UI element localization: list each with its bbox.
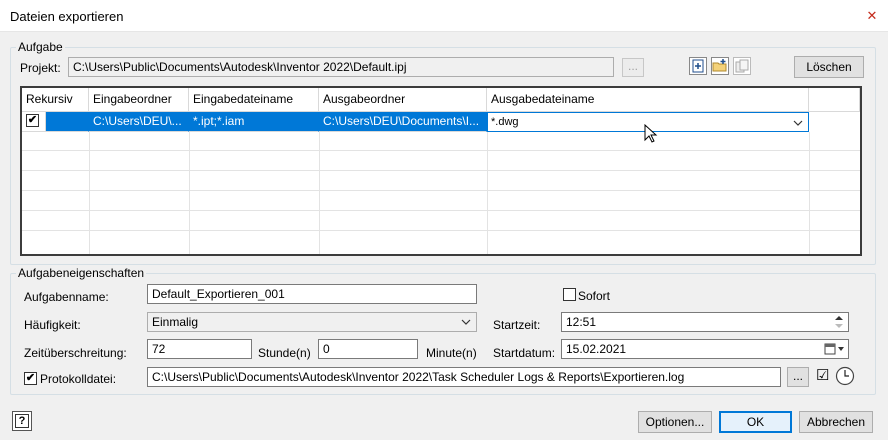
column-header-output-folder[interactable]: Ausgabeordner	[319, 88, 487, 112]
logfile-option-checkbox[interactable]: ☑	[816, 368, 829, 384]
hours-label: Stunde(n)	[258, 346, 311, 360]
delete-button[interactable]: Löschen	[794, 56, 864, 78]
add-folder-icon[interactable]	[711, 57, 729, 75]
copy-task-icon[interactable]	[733, 57, 751, 75]
immediate-checkbox[interactable]	[563, 288, 576, 301]
add-task-icon[interactable]	[689, 57, 707, 75]
close-icon[interactable]: ✕	[864, 8, 880, 24]
project-field[interactable]: C:\Users\Public\Documents\Autodesk\Inven…	[68, 57, 614, 77]
grid-row-line	[22, 190, 860, 191]
properties-group-label: Aufgabeneigenschaften	[16, 266, 147, 280]
grid-row-line	[22, 230, 860, 231]
mouse-cursor-icon	[644, 124, 658, 143]
column-header-input-folder[interactable]: Eingabeordner	[89, 88, 189, 112]
table-row-recursive-cell[interactable]: ✔	[22, 112, 46, 132]
grid-col-line	[189, 132, 190, 254]
ok-button[interactable]: OK	[719, 411, 792, 433]
table-row-recursive-fill[interactable]	[46, 112, 89, 132]
grid-col-line	[809, 132, 810, 254]
logfile-checkbox[interactable]: ✔	[24, 372, 37, 385]
options-button[interactable]: Optionen...	[638, 411, 712, 433]
grid-col-line	[487, 132, 488, 254]
grid-row-line	[22, 210, 860, 211]
recursive-checkbox[interactable]: ✔	[26, 114, 39, 127]
column-header-recursive[interactable]: Rekursiv	[22, 88, 89, 112]
window-title: Dateien exportieren	[10, 9, 124, 24]
output-filename-value: *.dwg	[491, 116, 519, 128]
cancel-button[interactable]: Abbrechen	[799, 411, 873, 433]
table-row-input-folder[interactable]: C:\Users\DEU\...	[89, 112, 189, 132]
task-name-label: Aufgabenname:	[24, 290, 109, 304]
timeout-hours-input[interactable]: 72	[147, 339, 252, 359]
start-time-value: 12:51	[566, 315, 597, 329]
logfile-label: Protokolldatei:	[40, 372, 117, 386]
frequency-label: Häufigkeit:	[24, 318, 81, 332]
column-header-output-filename[interactable]: Ausgabedateiname	[487, 88, 809, 112]
logfile-input[interactable]: C:\Users\Public\Documents\Autodesk\Inven…	[147, 367, 781, 387]
help-icon[interactable]: ?	[12, 411, 32, 431]
start-date-label: Startdatum:	[493, 346, 556, 360]
title-bar	[0, 0, 888, 32]
help-glyph: ?	[15, 414, 29, 428]
frequency-select[interactable]: Einmalig	[147, 312, 477, 332]
grid-row-line	[22, 170, 860, 171]
timeout-minutes-input[interactable]: 0	[318, 339, 418, 359]
start-date-value: 15.02.2021	[566, 342, 627, 356]
column-header-input-filename[interactable]: Eingabedateiname	[189, 88, 319, 112]
chevron-down-icon	[793, 120, 803, 126]
table-row-output-folder[interactable]: C:\Users\DEU\Documents\I...	[319, 112, 487, 132]
start-time-label: Startzeit:	[493, 318, 541, 332]
frequency-value: Einmalig	[152, 315, 199, 329]
table-row-input-filename[interactable]: *.ipt;*.iam	[189, 112, 319, 132]
minutes-label: Minute(n)	[426, 346, 477, 360]
grid-row-line	[22, 150, 860, 151]
start-date-input[interactable]: 15.02.2021	[561, 339, 849, 359]
task-group-label: Aufgabe	[16, 40, 65, 54]
task-name-input[interactable]: Default_Exportieren_001	[147, 284, 477, 304]
project-browse-button[interactable]: ...	[622, 58, 644, 77]
clock-icon[interactable]	[835, 366, 855, 386]
logfile-browse-button[interactable]: ...	[787, 367, 809, 387]
grid-col-line	[319, 132, 320, 254]
timeout-label: Zeitüberschreitung:	[24, 346, 127, 360]
task-grid[interactable]: Rekursiv Eingabeordner Eingabedateiname …	[20, 86, 862, 256]
calendar-icon[interactable]	[824, 342, 846, 356]
grid-col-line	[89, 132, 90, 254]
column-header-filler	[809, 88, 860, 112]
immediate-label: Sofort	[578, 289, 611, 303]
chevron-down-icon	[461, 319, 471, 325]
spinner-icon[interactable]	[832, 314, 846, 330]
project-label: Projekt:	[20, 61, 61, 75]
start-time-input[interactable]: 12:51	[561, 312, 849, 332]
